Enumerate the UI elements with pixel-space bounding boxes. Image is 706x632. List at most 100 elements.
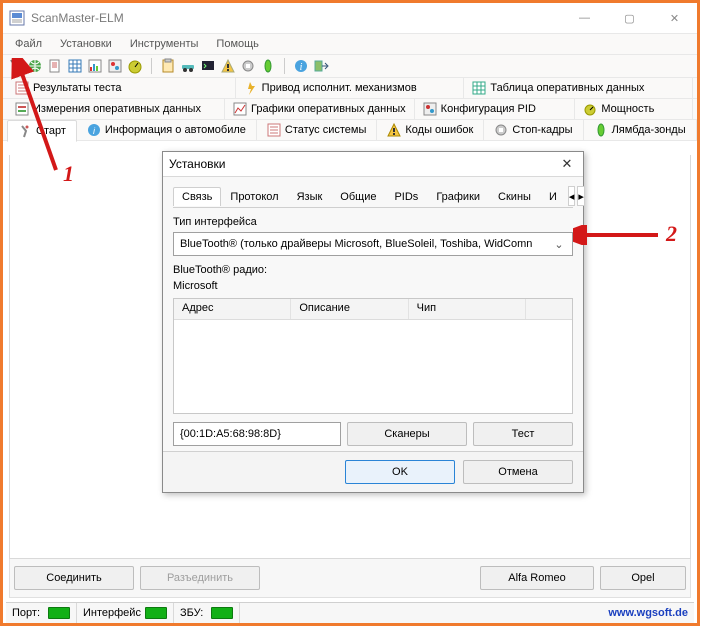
tab-label: Лямбда-зонды xyxy=(612,124,686,136)
dialog-close-button[interactable]: ✕ xyxy=(557,154,577,174)
make-opel-button[interactable]: Opel xyxy=(600,566,686,590)
tab-pid-config[interactable]: Конфигурация PID xyxy=(415,99,576,119)
tab-label: Привод исполнит. механизмов xyxy=(262,82,417,94)
tab-label: Статус системы xyxy=(285,124,366,136)
document-icon[interactable] xyxy=(47,58,63,74)
power-icon xyxy=(583,102,597,116)
test-button[interactable]: Тест xyxy=(473,422,573,446)
tabs-scroll-left-button[interactable]: ◂ xyxy=(568,186,576,206)
status-port-label: Порт: xyxy=(12,607,40,619)
dlg-tab-connection[interactable]: Связь xyxy=(173,187,221,206)
tab-system-status[interactable]: Статус системы xyxy=(257,120,377,140)
ok-button[interactable]: OK xyxy=(345,460,455,484)
tab-measurements[interactable]: Измерения оперативных данных xyxy=(7,99,225,119)
col-chip[interactable]: Чип xyxy=(409,299,526,319)
tabs-scroll-right-button[interactable]: ▸ xyxy=(577,186,585,206)
gauge-icon[interactable] xyxy=(127,58,143,74)
tab-actuators[interactable]: Привод исполнит. механизмов xyxy=(236,78,465,98)
grid-header: Адрес Описание Чип xyxy=(174,299,572,320)
window-close-button[interactable]: ✕ xyxy=(652,3,697,33)
ribbon-row-1: Результаты теста Привод исполнит. механи… xyxy=(3,78,697,99)
mac-address-field[interactable]: {00:1D:A5:68:98:8D} xyxy=(173,422,341,446)
status-interface-label: Интерфейс xyxy=(83,607,141,619)
devices-grid[interactable]: Адрес Описание Чип xyxy=(173,298,573,414)
tab-label: Стоп-кадры xyxy=(512,124,572,136)
tab-results[interactable]: Результаты теста xyxy=(7,78,236,98)
bottom-bar: Соединить Разъединить Alfa Romeo Opel xyxy=(9,559,691,598)
mac-address-value: {00:1D:A5:68:98:8D} xyxy=(180,428,281,440)
warning-icon xyxy=(387,123,401,137)
dlg-tab-protocol[interactable]: Протокол xyxy=(221,187,287,206)
interface-type-label: Тип интерфейса xyxy=(173,216,573,228)
tab-label: Старт xyxy=(36,125,66,137)
snapshot-icon[interactable] xyxy=(240,58,256,74)
connect-icon[interactable] xyxy=(7,58,23,74)
car-icon[interactable] xyxy=(180,58,196,74)
tab-graphs[interactable]: Графики оперативных данных xyxy=(225,99,414,119)
vendor-link[interactable]: www.wgsoft.de xyxy=(608,607,688,619)
interface-led-icon xyxy=(145,607,167,619)
status-url: www.wgsoft.de xyxy=(240,603,694,623)
dlg-tab-language[interactable]: Язык xyxy=(288,187,332,206)
window-maximize-button[interactable]: ▢ xyxy=(607,3,652,33)
dialog-title: Установки xyxy=(169,157,557,171)
col-description[interactable]: Описание xyxy=(291,299,408,319)
config-icon xyxy=(423,102,437,116)
tab-error-codes[interactable]: Коды ошибок xyxy=(377,120,484,140)
dlg-tab-pids[interactable]: PIDs xyxy=(385,187,427,206)
terminal-icon[interactable] xyxy=(200,58,216,74)
menu-settings[interactable]: Установки xyxy=(52,36,120,52)
app-icon xyxy=(9,10,25,26)
interface-type-value: BlueTooth® (только драйверы Microsoft, B… xyxy=(180,238,552,250)
bt-radio-value: Microsoft xyxy=(173,280,573,292)
ribbon-row-3: Старт i Информация о автомобиле Статус с… xyxy=(3,120,697,141)
annotation-label-2: 2 xyxy=(666,221,677,247)
disconnect-button: Разъединить xyxy=(140,566,260,590)
scanners-button[interactable]: Сканеры xyxy=(347,422,467,446)
freeze-icon xyxy=(494,123,508,137)
dlg-tab-more[interactable]: И xyxy=(540,187,566,206)
status-interface: Интерфейс xyxy=(77,603,174,623)
tab-label: Мощность xyxy=(601,103,654,115)
dlg-tab-skins[interactable]: Скины xyxy=(489,187,540,206)
connect-button[interactable]: Соединить xyxy=(14,566,134,590)
exit-icon[interactable] xyxy=(313,58,329,74)
dlg-tab-charts[interactable]: Графики xyxy=(427,187,489,206)
grid-icon[interactable] xyxy=(67,58,83,74)
annotation-label-1: 1 xyxy=(63,161,74,187)
status-icon xyxy=(267,123,281,137)
menu-help[interactable]: Помощь xyxy=(208,36,267,52)
tab-power[interactable]: Мощность xyxy=(575,99,693,119)
col-address[interactable]: Адрес xyxy=(174,299,291,319)
pid-icon[interactable] xyxy=(107,58,123,74)
window-minimize-button[interactable]: — xyxy=(562,3,607,33)
tab-freeze-frames[interactable]: Стоп-кадры xyxy=(484,120,583,140)
toolbar: i xyxy=(3,55,697,78)
status-ecu: ЗБУ: xyxy=(174,603,240,623)
tab-label: Таблица оперативных данных xyxy=(490,82,644,94)
tab-label: Измерения оперативных данных xyxy=(33,103,201,115)
window-title: ScanMaster-ELM xyxy=(31,11,562,25)
table-icon xyxy=(472,81,486,95)
tab-vehicle-info[interactable]: i Информация о автомобиле xyxy=(77,120,257,140)
menu-file[interactable]: Файл xyxy=(7,36,50,52)
sensor-icon[interactable] xyxy=(260,58,276,74)
dialog-footer: OK Отмена xyxy=(163,451,583,492)
plug-icon xyxy=(18,124,32,138)
chart-icon[interactable] xyxy=(87,58,103,74)
tab-runtime-table[interactable]: Таблица оперативных данных xyxy=(464,78,693,98)
tab-start[interactable]: Старт xyxy=(7,120,77,142)
window-titlebar: ScanMaster-ELM — ▢ ✕ xyxy=(3,3,697,34)
bolt-icon xyxy=(244,81,258,95)
make-alfa-button[interactable]: Alfa Romeo xyxy=(480,566,594,590)
dlg-tab-general[interactable]: Общие xyxy=(331,187,385,206)
clipboard-icon[interactable] xyxy=(160,58,176,74)
interface-type-combo[interactable]: BlueTooth® (только драйверы Microsoft, B… xyxy=(173,232,573,256)
settings-dialog: Установки ✕ Связь Протокол Язык Общие PI… xyxy=(162,151,584,493)
info-icon[interactable]: i xyxy=(293,58,309,74)
cancel-button[interactable]: Отмена xyxy=(463,460,573,484)
warn-icon[interactable] xyxy=(220,58,236,74)
menu-tools[interactable]: Инструменты xyxy=(122,36,207,52)
tab-lambda[interactable]: Лямбда-зонды xyxy=(584,120,697,140)
globe-icon[interactable] xyxy=(27,58,43,74)
